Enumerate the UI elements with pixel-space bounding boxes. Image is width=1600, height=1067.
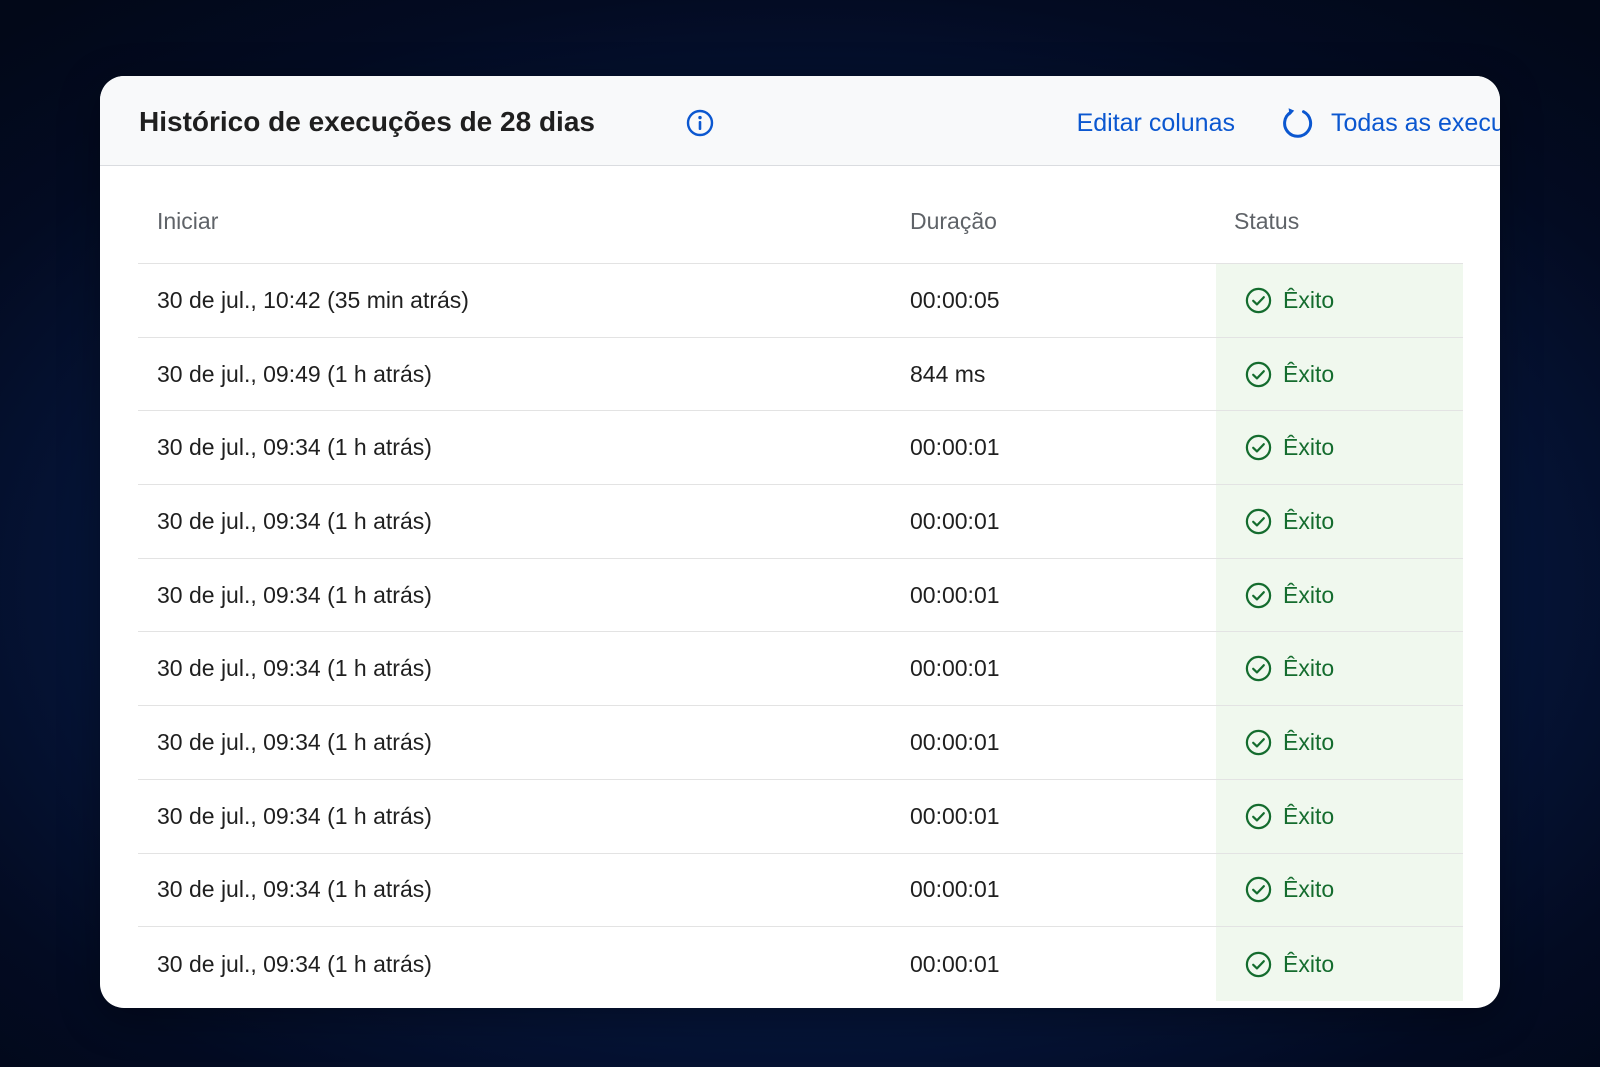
status-badge: Êxito xyxy=(1216,927,1463,1001)
run-history-table-body: 30 de jul., 10:42 (35 min atrás) 00:00:05… xyxy=(138,264,1463,1001)
duration-cell: 00:00:01 xyxy=(910,728,1000,755)
table-row[interactable]: 30 de jul., 09:34 (1 h atrás) 00:00:01 Êxi… xyxy=(138,853,1463,928)
status-badge: Êxito xyxy=(1216,558,1463,632)
table-row[interactable]: 30 de jul., 09:34 (1 h atrás) 00:00:01 Êxi… xyxy=(138,411,1463,486)
start-cell: 30 de jul., 09:34 (1 h atrás) xyxy=(157,728,432,755)
status-badge: Êxito xyxy=(1216,264,1463,337)
table-row[interactable]: 30 de jul., 10:42 (35 min atrás) 00:00:05… xyxy=(138,264,1463,338)
table-row[interactable]: 30 de jul., 09:34 (1 h atrás) 00:00:01 Êxi… xyxy=(138,927,1463,1001)
status-badge: Êxito xyxy=(1216,706,1463,779)
duration-cell: 00:00:01 xyxy=(910,434,1000,461)
check-circle-icon xyxy=(1245,656,1272,682)
check-circle-icon xyxy=(1245,287,1272,314)
column-header-status[interactable]: Status xyxy=(1234,205,1299,237)
check-circle-icon xyxy=(1245,582,1272,608)
status-label: Êxito xyxy=(1283,581,1335,608)
start-cell: 30 de jul., 09:34 (1 h atrás) xyxy=(157,876,432,903)
start-cell: 30 de jul., 09:49 (1 h atrás) xyxy=(157,360,432,387)
status-badge: Êxito xyxy=(1216,779,1463,853)
page-title: Histórico de execuções de 28 dias xyxy=(139,106,595,137)
status-badge: Êxito xyxy=(1216,485,1463,558)
start-cell: 30 de jul., 10:42 (35 min atrás) xyxy=(157,286,469,313)
start-cell: 30 de jul., 09:34 (1 h atrás) xyxy=(157,581,432,608)
status-label: Êxito xyxy=(1283,728,1335,755)
table-row[interactable]: 30 de jul., 09:34 (1 h atrás) 00:00:01 Êxi… xyxy=(138,706,1463,780)
status-label: Êxito xyxy=(1283,507,1335,534)
table-row[interactable]: 30 de jul., 09:49 (1 h atrás) 844 ms Êxito xyxy=(138,337,1463,412)
column-header-start[interactable]: Iniciar xyxy=(157,205,218,237)
duration-cell: 00:00:01 xyxy=(910,802,1000,829)
status-badge: Êxito xyxy=(1216,853,1463,927)
check-circle-icon xyxy=(1245,803,1272,829)
edit-columns-button[interactable]: Editar colunas xyxy=(979,107,1235,139)
start-cell: 30 de jul., 09:34 (1 h atrás) xyxy=(157,507,432,534)
table-row[interactable]: 30 de jul., 09:34 (1 h atrás) 00:00:01 Êxi… xyxy=(138,485,1463,559)
check-circle-icon xyxy=(1245,951,1272,977)
status-label: Êxito xyxy=(1283,655,1335,682)
column-header-duration[interactable]: Duração xyxy=(910,205,997,237)
card-header: Histórico de execuções de 28 dias Editar… xyxy=(100,76,1500,166)
start-cell: 30 de jul., 09:34 (1 h atrás) xyxy=(157,434,432,461)
duration-cell: 00:00:01 xyxy=(910,950,1000,977)
check-circle-icon xyxy=(1245,508,1272,535)
duration-cell: 00:00:05 xyxy=(910,286,1000,313)
status-badge: Êxito xyxy=(1216,632,1463,706)
start-cell: 30 de jul., 09:34 (1 h atrás) xyxy=(157,802,432,829)
check-circle-icon xyxy=(1245,729,1272,756)
status-label: Êxito xyxy=(1283,360,1335,387)
start-cell: 30 de jul., 09:34 (1 h atrás) xyxy=(157,950,432,977)
check-circle-icon xyxy=(1245,877,1272,903)
refresh-icon[interactable] xyxy=(1281,106,1315,140)
status-label: Êxito xyxy=(1283,950,1335,977)
start-cell: 30 de jul., 09:34 (1 h atrás) xyxy=(157,655,432,682)
status-label: Êxito xyxy=(1283,286,1335,313)
duration-cell: 00:00:01 xyxy=(910,507,1000,534)
check-circle-icon xyxy=(1245,435,1272,461)
table-row[interactable]: 30 de jul., 09:34 (1 h atrás) 00:00:01 Êxi… xyxy=(138,632,1463,707)
duration-cell: 00:00:01 xyxy=(910,581,1000,608)
run-history-card: Histórico de execuções de 28 dias Editar… xyxy=(100,76,1500,1008)
table-row[interactable]: 30 de jul., 09:34 (1 h atrás) 00:00:01 Êxi… xyxy=(138,779,1463,854)
duration-cell: 00:00:01 xyxy=(910,876,1000,903)
table-row[interactable]: 30 de jul., 09:34 (1 h atrás) 00:00:01 Êxi… xyxy=(138,558,1463,633)
status-label: Êxito xyxy=(1283,802,1335,829)
all-runs-link[interactable]: Todas as execuções xyxy=(1331,107,1500,139)
status-badge: Êxito xyxy=(1216,337,1463,411)
status-badge: Êxito xyxy=(1216,411,1463,485)
status-label: Êxito xyxy=(1283,876,1335,903)
info-icon[interactable] xyxy=(686,109,714,137)
status-label: Êxito xyxy=(1283,434,1335,461)
check-circle-icon xyxy=(1245,361,1272,387)
duration-cell: 844 ms xyxy=(910,360,986,387)
duration-cell: 00:00:01 xyxy=(910,655,1000,682)
